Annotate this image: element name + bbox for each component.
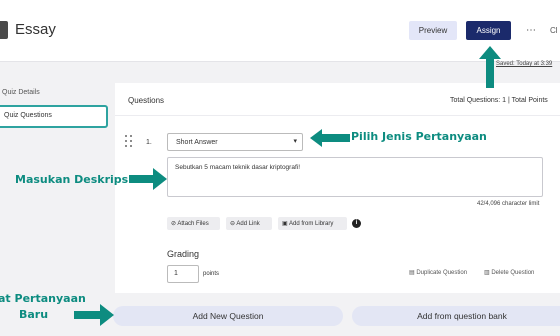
points-input[interactable]: 1 [167, 265, 199, 283]
more-options-icon[interactable]: ⋯ [526, 25, 537, 36]
add-from-library-label: Add from Library [289, 221, 334, 227]
paperclip-icon: ⊘ [171, 221, 177, 227]
question-number: 1. [146, 139, 152, 146]
annotation-masukan-deskripsi: Masukan Deskripsi [15, 173, 132, 186]
trash-icon: ▥ [484, 270, 490, 276]
library-icon: ▣ [282, 221, 288, 227]
add-from-bank-button[interactable]: Add from question bank [352, 306, 560, 326]
sidebar-item-quiz-questions[interactable]: Quiz Questions [0, 105, 108, 128]
grading-label: Grading [167, 249, 200, 259]
delete-label: Delete Question [491, 270, 535, 276]
assign-button[interactable]: Assign [466, 21, 511, 40]
info-icon[interactable]: i [352, 219, 361, 228]
preview-button[interactable]: Preview [409, 21, 457, 40]
character-limit: 42/4,096 character limit [477, 201, 540, 207]
annotation-buat-pertanyaan: at Pertanyaan [0, 292, 86, 305]
sidebar-item-quiz-details[interactable]: Quiz Details [2, 89, 40, 96]
question-type-select[interactable]: Short Answer ▾ [167, 133, 303, 151]
add-link-button[interactable]: ⊖ Add Link [226, 217, 272, 230]
questions-heading: Questions [128, 96, 165, 105]
duplicate-question-button[interactable]: ▤ Duplicate Question [409, 269, 467, 276]
totals-summary: Total Questions: 1 | Total Points [450, 97, 548, 104]
arrow-right-icon [74, 304, 114, 326]
top-bar: Essay Preview Assign ⋯ Cl [0, 0, 560, 62]
attach-files-button[interactable]: ⊘ Attach Files [167, 217, 220, 230]
close-button[interactable]: Cl [550, 26, 558, 35]
document-icon [0, 21, 8, 39]
attach-files-label: Attach Files [177, 221, 209, 227]
saved-status[interactable]: Saved: Today at 3:39 [496, 61, 552, 67]
drag-handle-icon[interactable] [124, 134, 134, 148]
annotation-pilih-jenis: Pilih Jenis Pertanyaan [351, 130, 487, 143]
question-description-input[interactable]: Sebutkan 5 macam teknik dasar kriptograf… [167, 157, 543, 197]
question-type-value: Short Answer [176, 139, 218, 146]
add-link-label: Add Link [236, 221, 260, 227]
arrow-left-icon [310, 129, 350, 147]
delete-question-button[interactable]: ▥ Delete Question [484, 269, 534, 276]
copy-icon: ▤ [409, 270, 415, 276]
chevron-down-icon: ▾ [293, 138, 297, 145]
points-label: points [203, 271, 220, 277]
arrow-right-icon [129, 168, 167, 190]
link-icon: ⊖ [230, 221, 236, 227]
duplicate-label: Duplicate Question [416, 270, 468, 276]
arrow-up-icon [479, 46, 501, 88]
add-from-library-button[interactable]: ▣ Add from Library [278, 217, 347, 230]
annotation-baru: Baru [19, 308, 49, 321]
page-title: Essay [15, 21, 56, 38]
add-new-question-button[interactable]: Add New Question [113, 306, 343, 326]
